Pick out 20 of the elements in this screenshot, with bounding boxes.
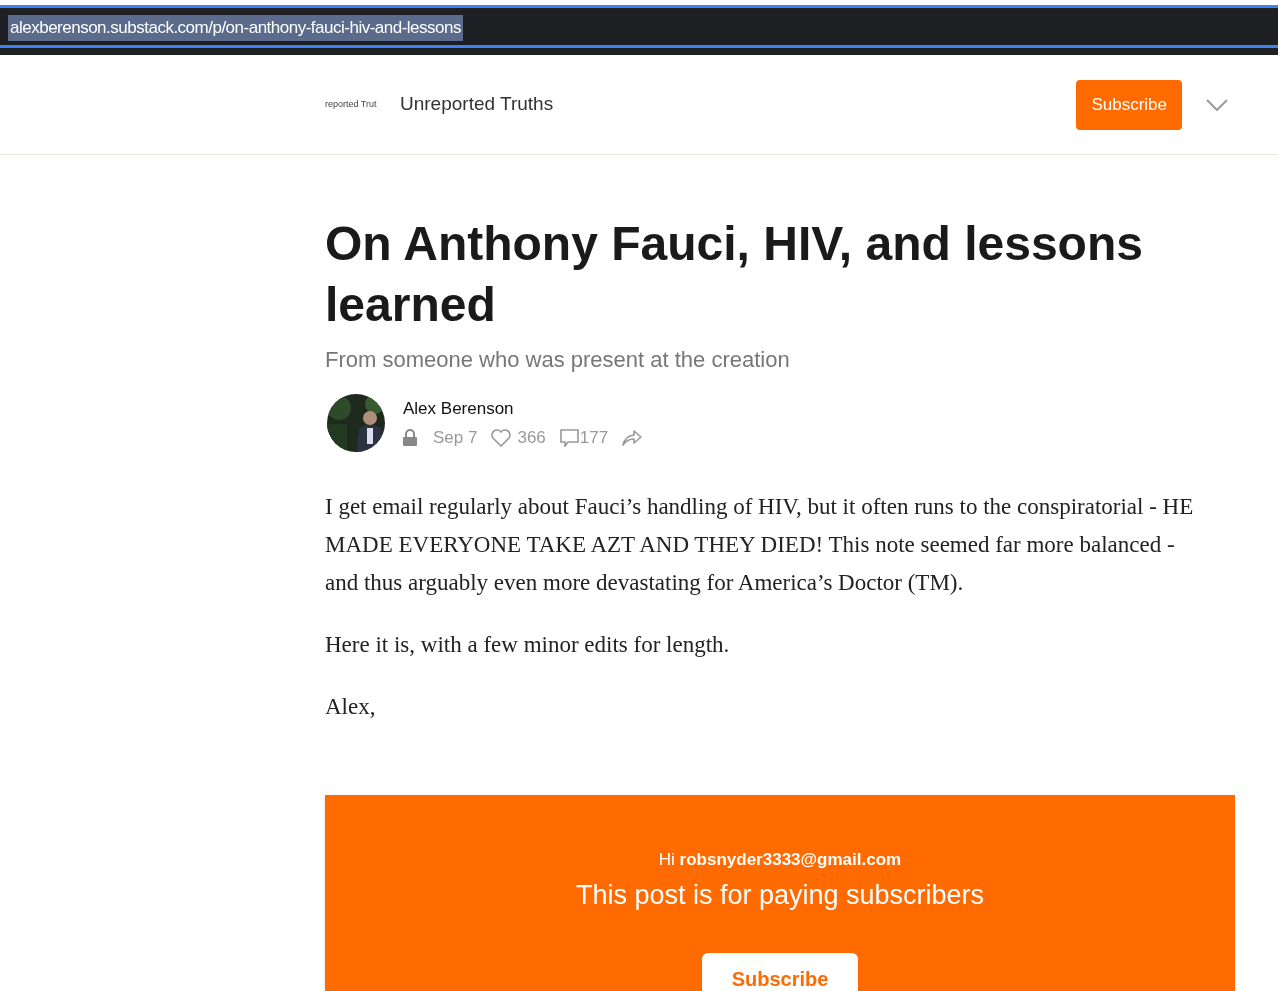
author-name[interactable]: Alex Berenson	[403, 395, 643, 421]
address-bar-url[interactable]: alexberenson.substack.com/p/on-anthony-fauci-hiv-and-lessons	[8, 15, 463, 41]
heart-icon[interactable]	[491, 428, 512, 447]
greeting-text: Hi robsnyder3333@gmail.com	[658, 849, 902, 871]
like-count[interactable]: 366	[517, 425, 546, 451]
paywall-subscribe-button[interactable]: Subscribe	[701, 953, 859, 991]
body-paragraph: Alex,	[325, 693, 377, 721]
publication-logo[interactable]: reported Trut	[325, 97, 387, 112]
chevron-down-icon[interactable]	[1206, 98, 1228, 111]
body-paragraph: Here it is, with a few minor edits for length.	[325, 631, 731, 659]
publication-name[interactable]: Unreported Truths	[400, 90, 554, 119]
comment-icon[interactable]	[559, 428, 579, 447]
subscribe-button[interactable]: Subscribe	[1076, 79, 1182, 130]
post-title: On Anthony Fauci, HIV, and lessons learned	[325, 216, 1144, 333]
body-paragraph: I get email regularly about Fauci’s handling of HIV, but it often runs to the conspiratorial - HE MADE EVERYONE TAKE AZT AND THEY DIED! This note seemed far more balanced - and thus arguably even more devastating for America’s Doctor (TM).	[325, 493, 1195, 597]
share-icon[interactable]	[622, 428, 643, 447]
comment-count[interactable]: 177	[579, 425, 609, 451]
paywall-message: This post is for paying subscribers	[575, 878, 985, 912]
post-date: Sep 7	[433, 427, 478, 449]
post-subtitle: From someone who was present at the creation	[325, 346, 791, 374]
